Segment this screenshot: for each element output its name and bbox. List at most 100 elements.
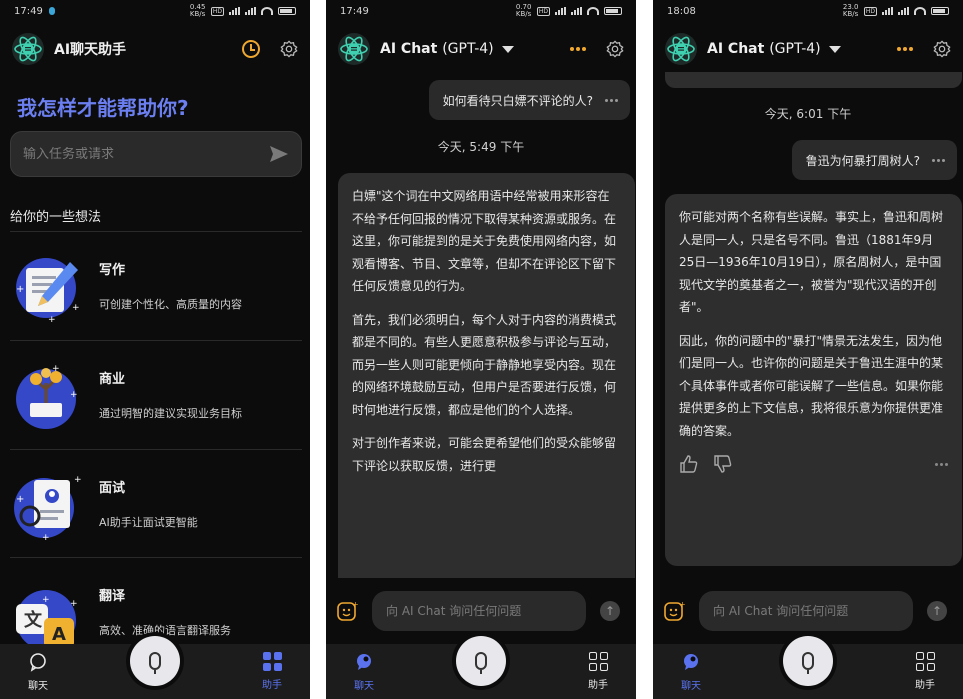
chat-screen-2: 18:08 23.0 KB/s HD AI Chat (GPT-4) 今天, 6… xyxy=(653,0,963,699)
send-icon[interactable] xyxy=(269,145,289,163)
nav-assistant-label: 助手 xyxy=(588,680,608,691)
ai-paragraph: 首先，我们必须明白，每个人对于内容的消费模式都是不同的。有些人更愿意积极参与评论… xyxy=(352,312,617,417)
message-options-icon[interactable] xyxy=(605,98,618,102)
svg-text:+: + xyxy=(16,494,24,505)
user-message-bubble[interactable]: 鲁迅为何暴打周树人? xyxy=(791,140,957,180)
signal-icon xyxy=(882,7,893,15)
chat-nav-icon xyxy=(684,653,698,670)
more-options-icon[interactable] xyxy=(897,47,913,51)
nav-assistant-label: 助手 xyxy=(915,680,935,691)
message-options-icon[interactable] xyxy=(935,462,948,466)
model-name: (GPT-4) xyxy=(769,41,821,57)
app-header: AI Chat (GPT-4) xyxy=(326,28,636,70)
chat-input[interactable] xyxy=(699,591,913,631)
message-timestamp: 今天, 6:01 下午 xyxy=(764,107,852,121)
user-message-bubble[interactable]: 如何看待只白嫖不评论的人? xyxy=(428,80,630,120)
app-title: AI聊天助手 xyxy=(54,42,127,58)
feature-name: 商业 xyxy=(99,372,126,387)
nav-assistant-label: 助手 xyxy=(262,680,282,691)
app-header: AI Chat (GPT-4) xyxy=(653,28,963,70)
battery-icon xyxy=(931,7,949,15)
svg-text:+: + xyxy=(42,595,50,605)
nav-assistant[interactable]: 助手 xyxy=(262,652,282,691)
wifi-icon xyxy=(261,7,273,15)
translate-icon: 文 A + + xyxy=(12,576,84,650)
nav-assistant[interactable]: 助手 xyxy=(588,652,608,691)
chat-input-bar: + ↑ xyxy=(653,578,963,644)
send-arrow-up-icon[interactable]: ↑ xyxy=(927,601,947,621)
page-title: 我怎样才能帮助你? xyxy=(17,96,189,120)
assistant-nav-icon xyxy=(588,652,608,671)
svg-text:+: + xyxy=(679,600,685,609)
battery-icon xyxy=(604,7,622,15)
wifi-icon xyxy=(914,7,926,15)
feature-writing[interactable]: + + + 写作 可创建个性化、高质量的内容 xyxy=(10,231,302,339)
feature-name: 写作 xyxy=(99,263,126,278)
task-input[interactable] xyxy=(23,146,269,162)
voice-button[interactable] xyxy=(130,636,180,686)
feedback-row xyxy=(679,454,948,474)
chat-screen-1: 17:49 0.70 KB/s HD AI Chat (GPT-4) 如何看待只… xyxy=(326,0,636,699)
voice-button[interactable] xyxy=(783,636,833,686)
thumbs-down-icon[interactable] xyxy=(713,454,733,474)
nav-chat-label: 聊天 xyxy=(354,680,374,692)
chat-title[interactable]: AI Chat (GPT-4) xyxy=(380,41,494,57)
more-options-icon[interactable] xyxy=(570,47,586,51)
chat-title[interactable]: AI Chat (GPT-4) xyxy=(707,41,821,57)
assistant-nav-icon xyxy=(915,652,935,671)
feature-desc: 可创建个性化、高质量的内容 xyxy=(99,298,242,311)
status-time: 18:08 xyxy=(667,5,696,17)
thumbs-up-icon[interactable] xyxy=(679,454,699,474)
app-logo-icon xyxy=(338,33,370,65)
assistant-nav-icon xyxy=(262,652,282,671)
chat-input[interactable] xyxy=(372,591,586,631)
signal-icon xyxy=(555,7,566,15)
settings-gear-icon[interactable] xyxy=(606,40,624,58)
hd-icon: HD xyxy=(863,6,877,16)
ai-paragraph: 对于创作者来说，可能会更希望他们的受众能够留下评论以获取反馈，进行更 xyxy=(352,436,617,473)
nav-chat[interactable]: 聊天 xyxy=(354,652,374,692)
user-message-text: 鲁迅为何暴打周树人? xyxy=(805,153,920,168)
feature-business[interactable]: + + 商业 通过明智的建议实现业务目标 xyxy=(10,340,302,448)
writing-icon: + + + xyxy=(12,250,84,325)
nav-assistant[interactable]: 助手 xyxy=(915,652,935,691)
nav-chat[interactable]: 聊天 xyxy=(28,652,48,692)
settings-gear-icon[interactable] xyxy=(280,40,298,58)
send-arrow-up-icon[interactable]: ↑ xyxy=(600,601,620,621)
emoji-icon[interactable]: + xyxy=(336,600,358,622)
svg-text:+: + xyxy=(70,390,78,400)
network-speed: 23.0 KB/s xyxy=(842,3,859,18)
task-input-box[interactable] xyxy=(10,131,302,177)
model-dropdown-icon[interactable] xyxy=(828,45,841,53)
model-dropdown-icon[interactable] xyxy=(501,45,514,53)
svg-text:+: + xyxy=(352,600,358,609)
user-message-text: 如何看待只白嫖不评论的人? xyxy=(442,93,593,108)
emoji-icon[interactable]: + xyxy=(663,600,685,622)
feature-desc: AI助手让面试更智能 xyxy=(99,516,198,529)
nav-chat-label: 聊天 xyxy=(28,680,48,692)
nav-chat[interactable]: 聊天 xyxy=(681,652,701,692)
model-name: (GPT-4) xyxy=(442,41,494,57)
feature-interview[interactable]: + + + 面试 AI助手让面试更智能 xyxy=(10,449,302,557)
nav-chat-label: 聊天 xyxy=(681,680,701,692)
status-bar: 17:49 0.70 KB/s HD xyxy=(326,0,636,22)
message-timestamp: 今天, 5:49 下午 xyxy=(437,140,525,154)
ai-paragraph: 白嫖"这个词在中文网络用语中经常被用来形容在不给予任何回报的情况下取得某种资源或… xyxy=(352,189,617,293)
message-options-icon[interactable] xyxy=(932,158,945,162)
history-clock-icon[interactable] xyxy=(242,40,260,58)
app-logo-icon xyxy=(665,33,697,65)
svg-text:A: A xyxy=(52,624,66,645)
status-bar: 17:49 0.45 KB/s HD xyxy=(0,0,310,22)
svg-text:+: + xyxy=(52,364,60,374)
status-time: 17:49 xyxy=(14,5,43,17)
svg-text:+: + xyxy=(48,315,56,322)
microphone-icon xyxy=(149,652,161,674)
settings-gear-icon[interactable] xyxy=(933,40,951,58)
svg-text:文: 文 xyxy=(24,609,43,631)
signal-icon-2 xyxy=(571,7,582,15)
microphone-icon xyxy=(802,652,814,674)
voice-button[interactable] xyxy=(456,636,506,686)
app-notification-icon xyxy=(48,7,55,15)
previous-message-edge xyxy=(665,72,962,88)
ai-paragraph: 你可能对两个名称有些误解。事实上，鲁迅和周树人是同一人，只是名号不同。鲁迅（18… xyxy=(679,210,944,314)
